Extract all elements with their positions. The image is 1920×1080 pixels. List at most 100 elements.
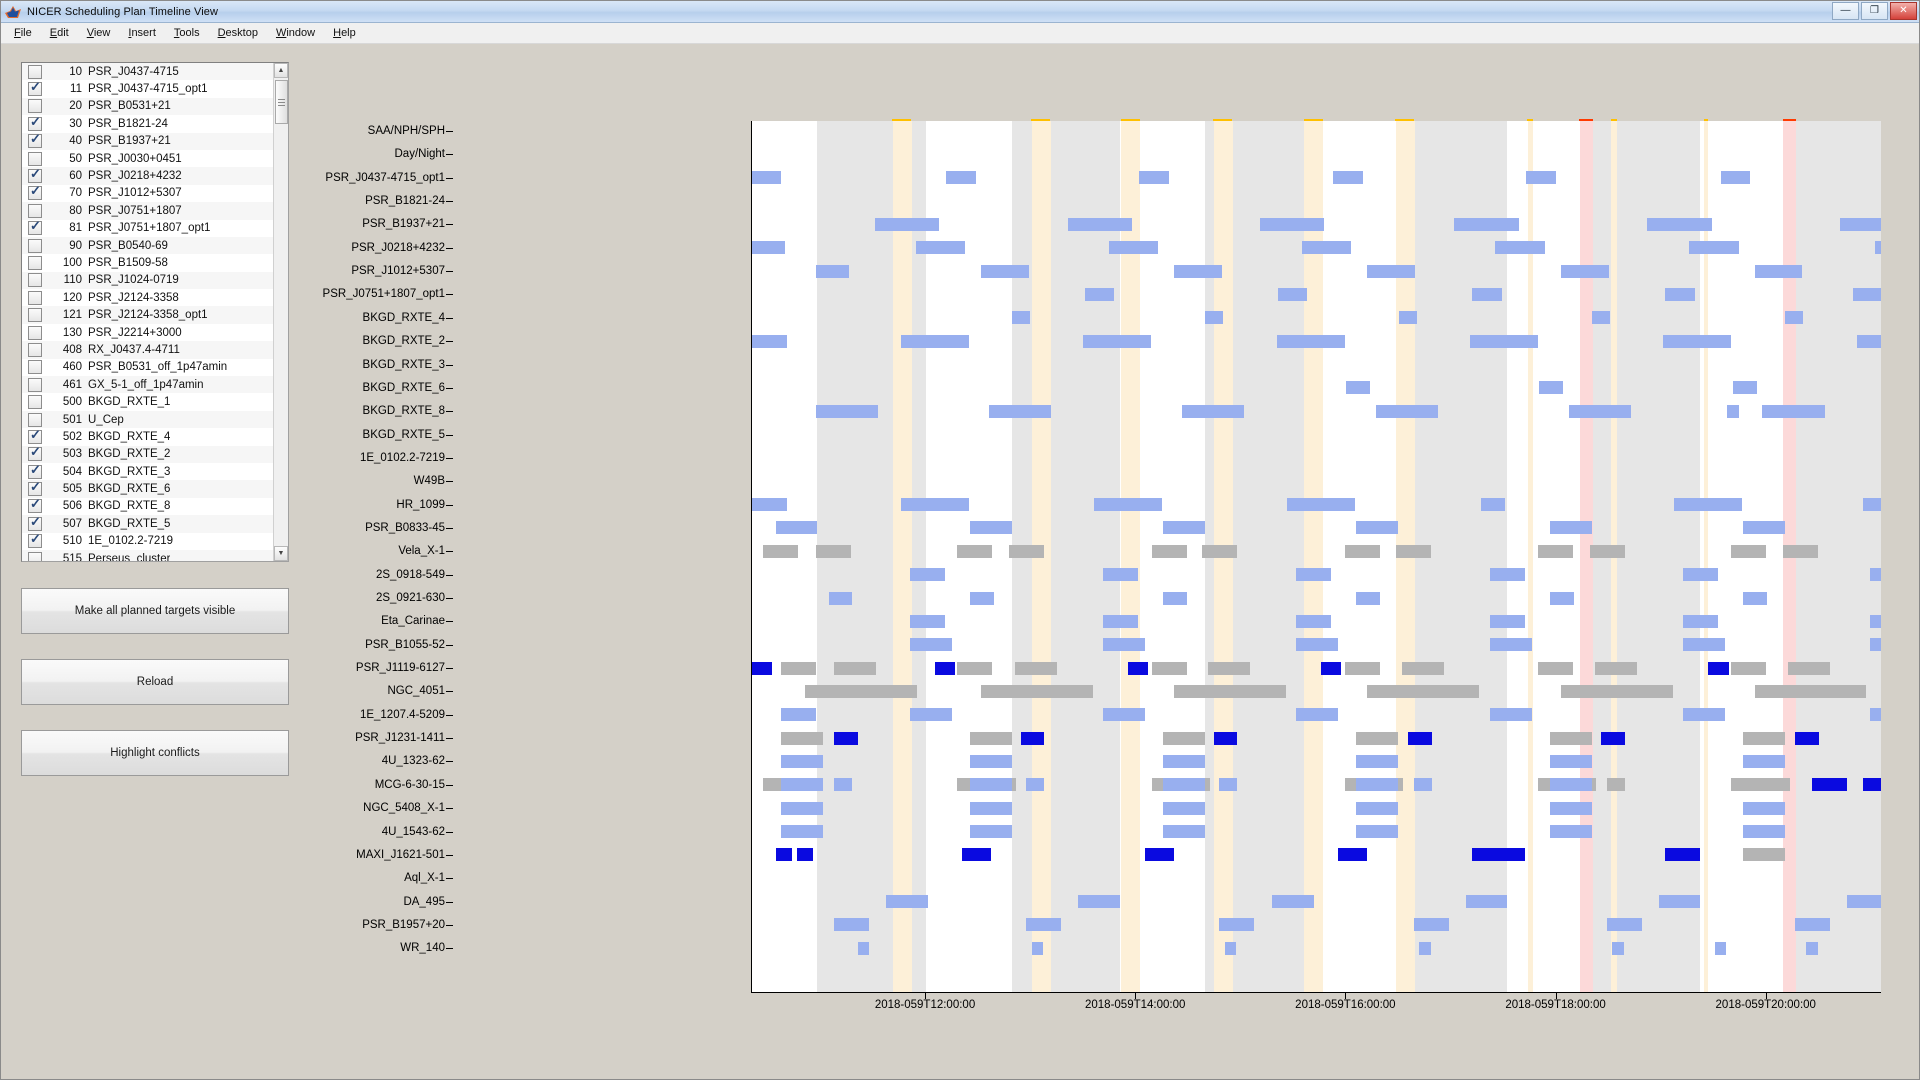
- timeline-bar[interactable]: [1213, 731, 1238, 745]
- timeline-bar[interactable]: [1333, 171, 1363, 185]
- timeline-bar[interactable]: [1708, 661, 1729, 675]
- timeline-bar[interactable]: [934, 661, 956, 675]
- timeline-bar[interactable]: [1219, 778, 1238, 792]
- timeline-bar[interactable]: [1795, 918, 1831, 932]
- timeline-bar[interactable]: [1082, 334, 1151, 348]
- list-item[interactable]: 500 BKGD_RXTE_1: [22, 393, 273, 411]
- timeline-bar[interactable]: [1296, 638, 1338, 652]
- timeline-bar[interactable]: [1785, 311, 1804, 325]
- timeline-bar[interactable]: [1454, 217, 1519, 231]
- timeline-bar[interactable]: [875, 217, 940, 231]
- timeline-bar[interactable]: [1663, 334, 1731, 348]
- timeline-bar[interactable]: [1465, 895, 1508, 909]
- timeline-bar[interactable]: [1550, 731, 1592, 745]
- timeline-bar[interactable]: [1730, 544, 1766, 558]
- list-item[interactable]: 121 PSR_J2124-3358_opt1: [22, 306, 273, 324]
- timeline-bar[interactable]: [1606, 778, 1625, 792]
- timeline-bar[interactable]: [1595, 661, 1638, 675]
- timeline-bar[interactable]: [1144, 848, 1175, 862]
- timeline-bar[interactable]: [1490, 708, 1533, 722]
- timeline-bar[interactable]: [1869, 708, 1881, 722]
- timeline-bar[interactable]: [752, 661, 773, 675]
- timeline-bar[interactable]: [1875, 241, 1881, 255]
- timeline-bar[interactable]: [1296, 568, 1332, 582]
- timeline-bar[interactable]: [961, 848, 992, 862]
- timeline-bar[interactable]: [969, 521, 1012, 535]
- timeline-bar[interactable]: [1561, 684, 1674, 698]
- timeline-bar[interactable]: [1674, 498, 1743, 512]
- timeline-bar[interactable]: [1278, 287, 1308, 301]
- timeline-bar[interactable]: [1730, 661, 1766, 675]
- timeline-bar[interactable]: [1395, 544, 1431, 558]
- timeline-bar[interactable]: [1337, 848, 1368, 862]
- timeline-bar[interactable]: [752, 241, 785, 255]
- timeline-bar[interactable]: [1219, 918, 1255, 932]
- target-checkbox[interactable]: [28, 532, 42, 549]
- timeline-bar[interactable]: [957, 544, 993, 558]
- timeline-bar[interactable]: [969, 778, 1012, 792]
- timeline-bar[interactable]: [1754, 264, 1802, 278]
- timeline-bar[interactable]: [781, 778, 824, 792]
- timeline-bar[interactable]: [1806, 941, 1818, 955]
- timeline-bar[interactable]: [981, 264, 1029, 278]
- timeline-plot-area[interactable]: [751, 121, 1881, 993]
- timeline-bar[interactable]: [1550, 754, 1592, 768]
- scroll-up-arrow-icon[interactable]: ▲: [274, 63, 288, 78]
- list-item[interactable]: 408 RX_J0437.4-4711: [22, 341, 273, 359]
- timeline-bar[interactable]: [910, 708, 952, 722]
- make-all-planned-targets-visible-button[interactable]: Make all planned targets visible: [21, 588, 289, 634]
- target-checkbox[interactable]: [28, 151, 42, 166]
- target-checkbox[interactable]: [28, 342, 42, 357]
- timeline-bar[interactable]: [816, 404, 879, 418]
- list-item[interactable]: 505 BKGD_RXTE_6: [22, 480, 273, 498]
- timeline-bar[interactable]: [1658, 895, 1701, 909]
- scrollbar-thumb[interactable]: [275, 80, 288, 124]
- timeline-bar[interactable]: [1174, 684, 1286, 698]
- target-checkbox[interactable]: [28, 497, 42, 514]
- list-item[interactable]: 110 PSR_J1024-0719: [22, 271, 273, 290]
- timeline-bar[interactable]: [1356, 731, 1398, 745]
- timeline-bar[interactable]: [1490, 568, 1526, 582]
- timeline-bar[interactable]: [1683, 638, 1726, 652]
- timeline-bar[interactable]: [910, 614, 946, 628]
- list-item[interactable]: 100 PSR_B1509-58: [22, 254, 273, 272]
- timeline-bar[interactable]: [886, 895, 929, 909]
- target-checkbox[interactable]: [28, 167, 42, 184]
- timeline-bar[interactable]: [1162, 754, 1205, 768]
- timeline-bar[interactable]: [1367, 684, 1480, 698]
- timeline-bar[interactable]: [1419, 941, 1431, 955]
- timeline-bar[interactable]: [1413, 778, 1432, 792]
- timeline-bar[interactable]: [1869, 638, 1881, 652]
- timeline-bar[interactable]: [1481, 498, 1506, 512]
- list-item[interactable]: 460 PSR_B0531_off_1p47amin: [22, 358, 273, 377]
- menu-item-file[interactable]: File: [5, 25, 41, 42]
- timeline-bar[interactable]: [1869, 568, 1881, 582]
- timeline-bar[interactable]: [1754, 684, 1867, 698]
- timeline-bar[interactable]: [1103, 638, 1145, 652]
- list-item[interactable]: 503 BKGD_RXTE_2: [22, 445, 273, 463]
- target-checkbox[interactable]: [28, 445, 42, 462]
- list-item[interactable]: 507 BKGD_RXTE_5: [22, 515, 273, 533]
- timeline-bar[interactable]: [1537, 661, 1573, 675]
- target-checkbox[interactable]: [28, 273, 42, 288]
- timeline-bar[interactable]: [1683, 568, 1719, 582]
- timeline-bar[interactable]: [1782, 544, 1818, 558]
- timeline-bar[interactable]: [752, 171, 782, 185]
- timeline-bar[interactable]: [781, 801, 824, 815]
- timeline-bar[interactable]: [1612, 941, 1624, 955]
- target-checkbox[interactable]: [28, 219, 42, 236]
- timeline-bar[interactable]: [1162, 591, 1187, 605]
- timeline-bar[interactable]: [1085, 287, 1115, 301]
- timeline-bar[interactable]: [1356, 754, 1398, 768]
- timeline-bar[interactable]: [1162, 825, 1205, 839]
- timeline-bar[interactable]: [1344, 544, 1380, 558]
- timeline-bar[interactable]: [969, 591, 994, 605]
- timeline-bar[interactable]: [834, 731, 859, 745]
- timeline-bar[interactable]: [1550, 801, 1592, 815]
- list-item[interactable]: 501 U_Cep: [22, 410, 273, 429]
- target-checkbox[interactable]: [28, 325, 42, 340]
- list-item[interactable]: 50 PSR_J0030+0451: [22, 149, 273, 168]
- timeline-bar[interactable]: [1031, 941, 1044, 955]
- timeline-bar[interactable]: [1026, 778, 1045, 792]
- timeline-bar[interactable]: [989, 404, 1052, 418]
